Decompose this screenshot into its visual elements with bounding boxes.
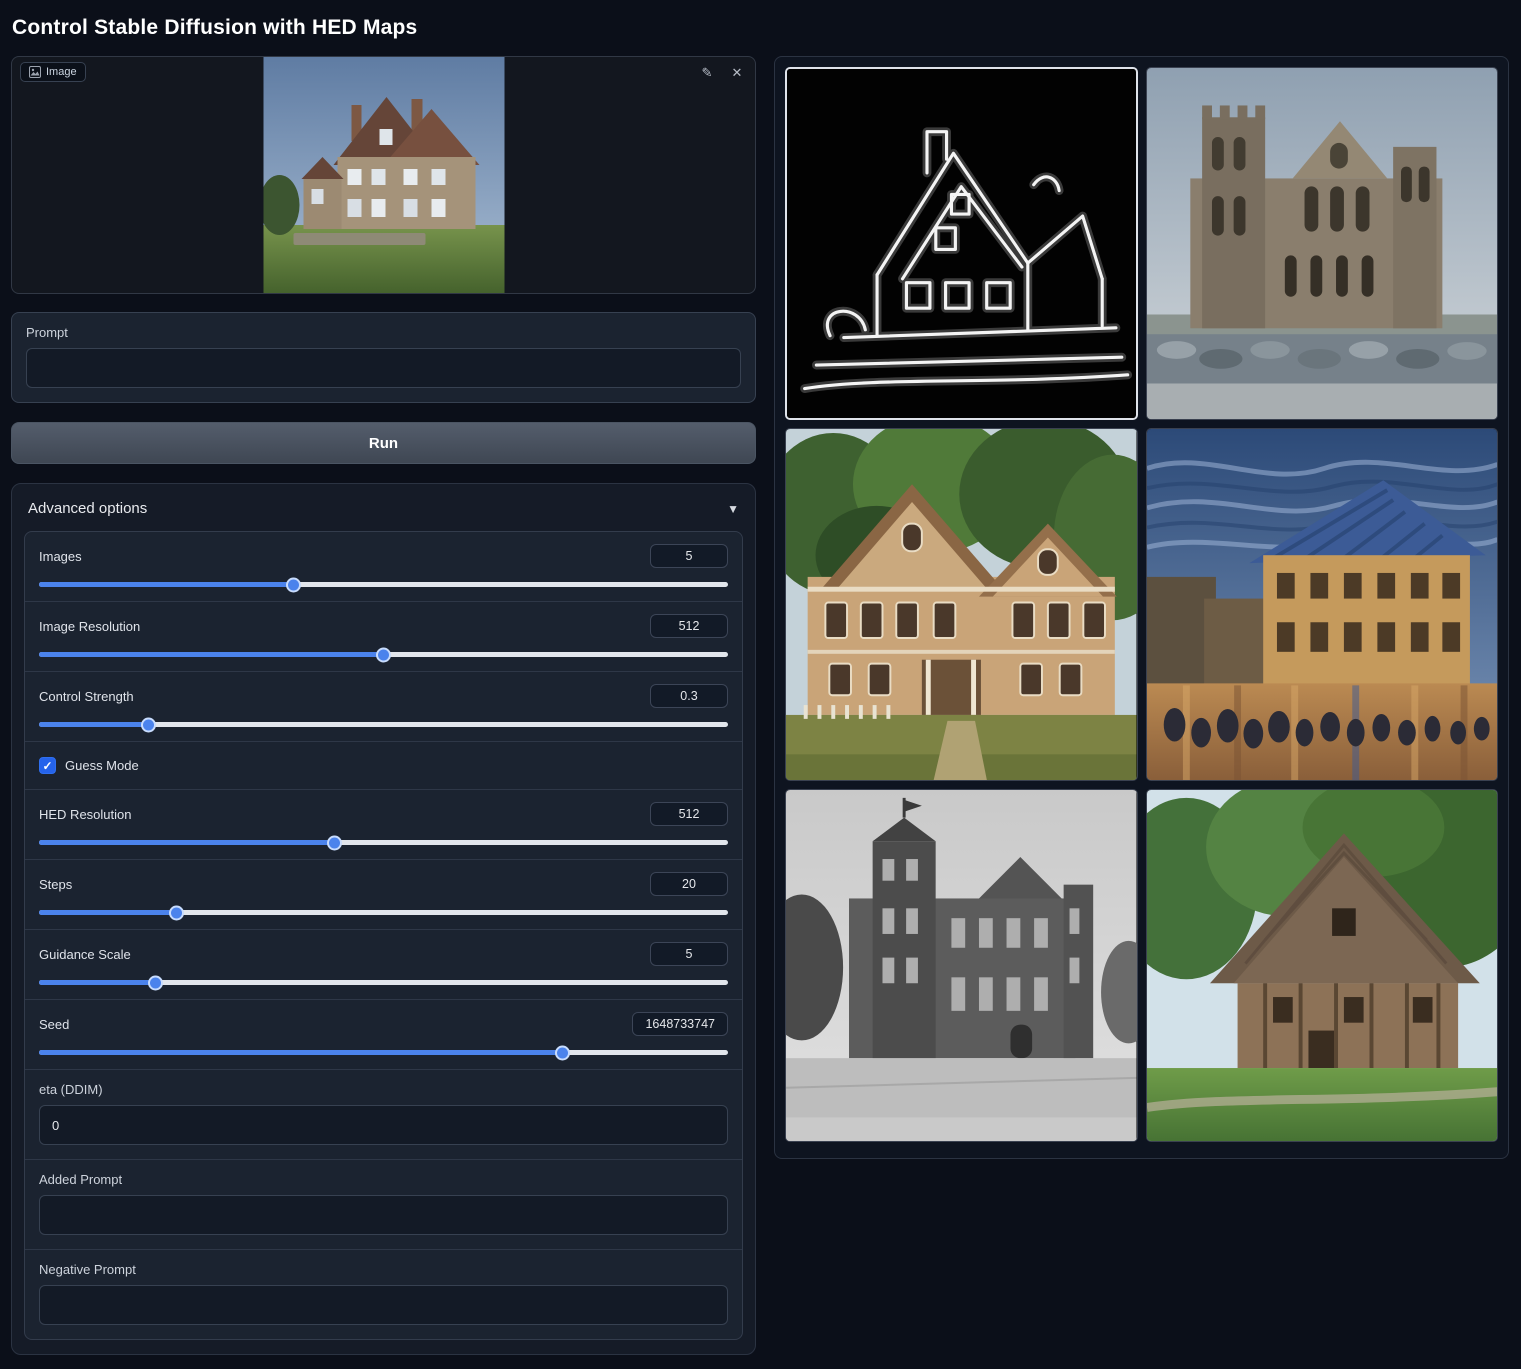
slider-guidance-scale: Guidance Scale 5 xyxy=(25,930,742,1000)
slider-image-resolution-value[interactable]: 512 xyxy=(650,614,728,638)
slider-hed-resolution-label: HED Resolution xyxy=(39,807,132,822)
added-prompt-row: Added Prompt xyxy=(25,1160,742,1250)
slider-control-strength-value[interactable]: 0.3 xyxy=(650,684,728,708)
slider-hed-resolution-value[interactable]: 512 xyxy=(650,802,728,826)
slider-seed-thumb[interactable] xyxy=(555,1045,570,1060)
slider-guidance-scale-label: Guidance Scale xyxy=(39,947,131,962)
slider-steps: Steps 20 xyxy=(25,860,742,930)
slider-steps-value[interactable]: 20 xyxy=(650,872,728,896)
advanced-options-label: Advanced options xyxy=(28,500,147,517)
negative-prompt-input[interactable] xyxy=(39,1285,728,1325)
negative-prompt-row: Negative Prompt xyxy=(25,1250,742,1339)
advanced-options-header[interactable]: Advanced options ▼ xyxy=(24,496,743,519)
slider-guidance-scale-value[interactable]: 5 xyxy=(650,942,728,966)
gallery-item-hed-edge-map[interactable] xyxy=(785,67,1138,420)
image-input-label: Image xyxy=(46,66,77,78)
output-gallery xyxy=(774,56,1509,1159)
slider-guidance-scale-track[interactable] xyxy=(39,980,728,985)
slider-steps-thumb[interactable] xyxy=(169,905,184,920)
advanced-options-panel: Advanced options ▼ Images 5 Image Resolu… xyxy=(11,483,756,1355)
edit-image-icon[interactable]: ✎ xyxy=(697,63,717,83)
guess-mode-row: ✓ Guess Mode xyxy=(25,742,742,790)
gallery-item-stone-cathedral[interactable] xyxy=(1146,67,1499,420)
slider-seed-track[interactable] xyxy=(39,1050,728,1055)
slider-control-strength: Control Strength 0.3 xyxy=(25,672,742,742)
bw-gothic-building-image xyxy=(786,790,1137,1141)
slider-images-value[interactable]: 5 xyxy=(650,544,728,568)
negative-prompt-label: Negative Prompt xyxy=(39,1262,728,1277)
gallery-panel xyxy=(774,56,1509,1159)
slider-images-thumb[interactable] xyxy=(286,577,301,592)
slider-image-resolution-thumb[interactable] xyxy=(376,647,391,662)
slider-steps-track[interactable] xyxy=(39,910,728,915)
guess-mode-checkbox[interactable]: ✓ xyxy=(39,757,56,774)
image-input[interactable]: Image ✎ ✕ xyxy=(11,56,756,294)
gallery-item-ornate-wooden-house[interactable] xyxy=(785,428,1138,781)
image-input-tab: Image xyxy=(20,62,86,82)
added-prompt-input[interactable] xyxy=(39,1195,728,1235)
check-icon: ✓ xyxy=(42,760,52,772)
collapse-arrow-icon[interactable]: ▼ xyxy=(727,502,739,516)
image-icon xyxy=(29,66,41,78)
image-actions: ✎ ✕ xyxy=(697,63,747,83)
gallery-item-rustic-timber-house[interactable] xyxy=(1146,789,1499,1142)
prompt-input[interactable] xyxy=(26,348,741,388)
hed-edge-map-image xyxy=(787,69,1136,418)
main-layout: Image ✎ ✕ xyxy=(11,56,1509,1355)
slider-steps-label: Steps xyxy=(39,877,72,892)
slider-image-resolution: Image Resolution 512 xyxy=(25,602,742,672)
run-button[interactable]: Run xyxy=(11,422,756,464)
slider-seed-label: Seed xyxy=(39,1017,69,1032)
slider-control-strength-track[interactable] xyxy=(39,722,728,727)
slider-hed-resolution-thumb[interactable] xyxy=(327,835,342,850)
gallery-grid xyxy=(785,67,1498,1142)
page-title: Control Stable Diffusion with HED Maps xyxy=(12,16,1509,40)
eta-row: eta (DDIM) xyxy=(25,1070,742,1160)
guess-mode-label: Guess Mode xyxy=(65,758,139,773)
slider-hed-resolution: HED Resolution 512 xyxy=(25,790,742,860)
slider-images-label: Images xyxy=(39,549,82,564)
stylized-rain-painting-image xyxy=(1147,429,1498,780)
slider-images-track[interactable] xyxy=(39,582,728,587)
rustic-timber-house-image xyxy=(1147,790,1498,1141)
slider-seed-value[interactable]: 1648733747 xyxy=(632,1012,728,1036)
eta-input[interactable] xyxy=(39,1105,728,1145)
prompt-label: Prompt xyxy=(26,325,741,340)
prompt-block: Prompt xyxy=(11,312,756,403)
slider-guidance-scale-thumb[interactable] xyxy=(148,975,163,990)
slider-seed: Seed 1648733747 xyxy=(25,1000,742,1070)
slider-control-strength-label: Control Strength xyxy=(39,689,134,704)
controls-column: Image ✎ ✕ xyxy=(11,56,756,1355)
ornate-wooden-house-image xyxy=(786,429,1137,780)
clear-image-icon[interactable]: ✕ xyxy=(727,63,747,83)
slider-image-resolution-label: Image Resolution xyxy=(39,619,140,634)
gallery-item-bw-gothic-building[interactable] xyxy=(785,789,1138,1142)
slider-images: Images 5 xyxy=(25,532,742,602)
added-prompt-label: Added Prompt xyxy=(39,1172,728,1187)
slider-control-strength-thumb[interactable] xyxy=(141,717,156,732)
eta-label: eta (DDIM) xyxy=(39,1082,728,1097)
uploaded-house-photo xyxy=(263,57,504,294)
slider-hed-resolution-track[interactable] xyxy=(39,840,728,845)
slider-image-resolution-track[interactable] xyxy=(39,652,728,657)
advanced-options-form: Images 5 Image Resolution 512 xyxy=(24,531,743,1340)
stone-cathedral-image xyxy=(1147,68,1498,419)
gallery-item-stylized-rain-painting[interactable] xyxy=(1146,428,1499,781)
